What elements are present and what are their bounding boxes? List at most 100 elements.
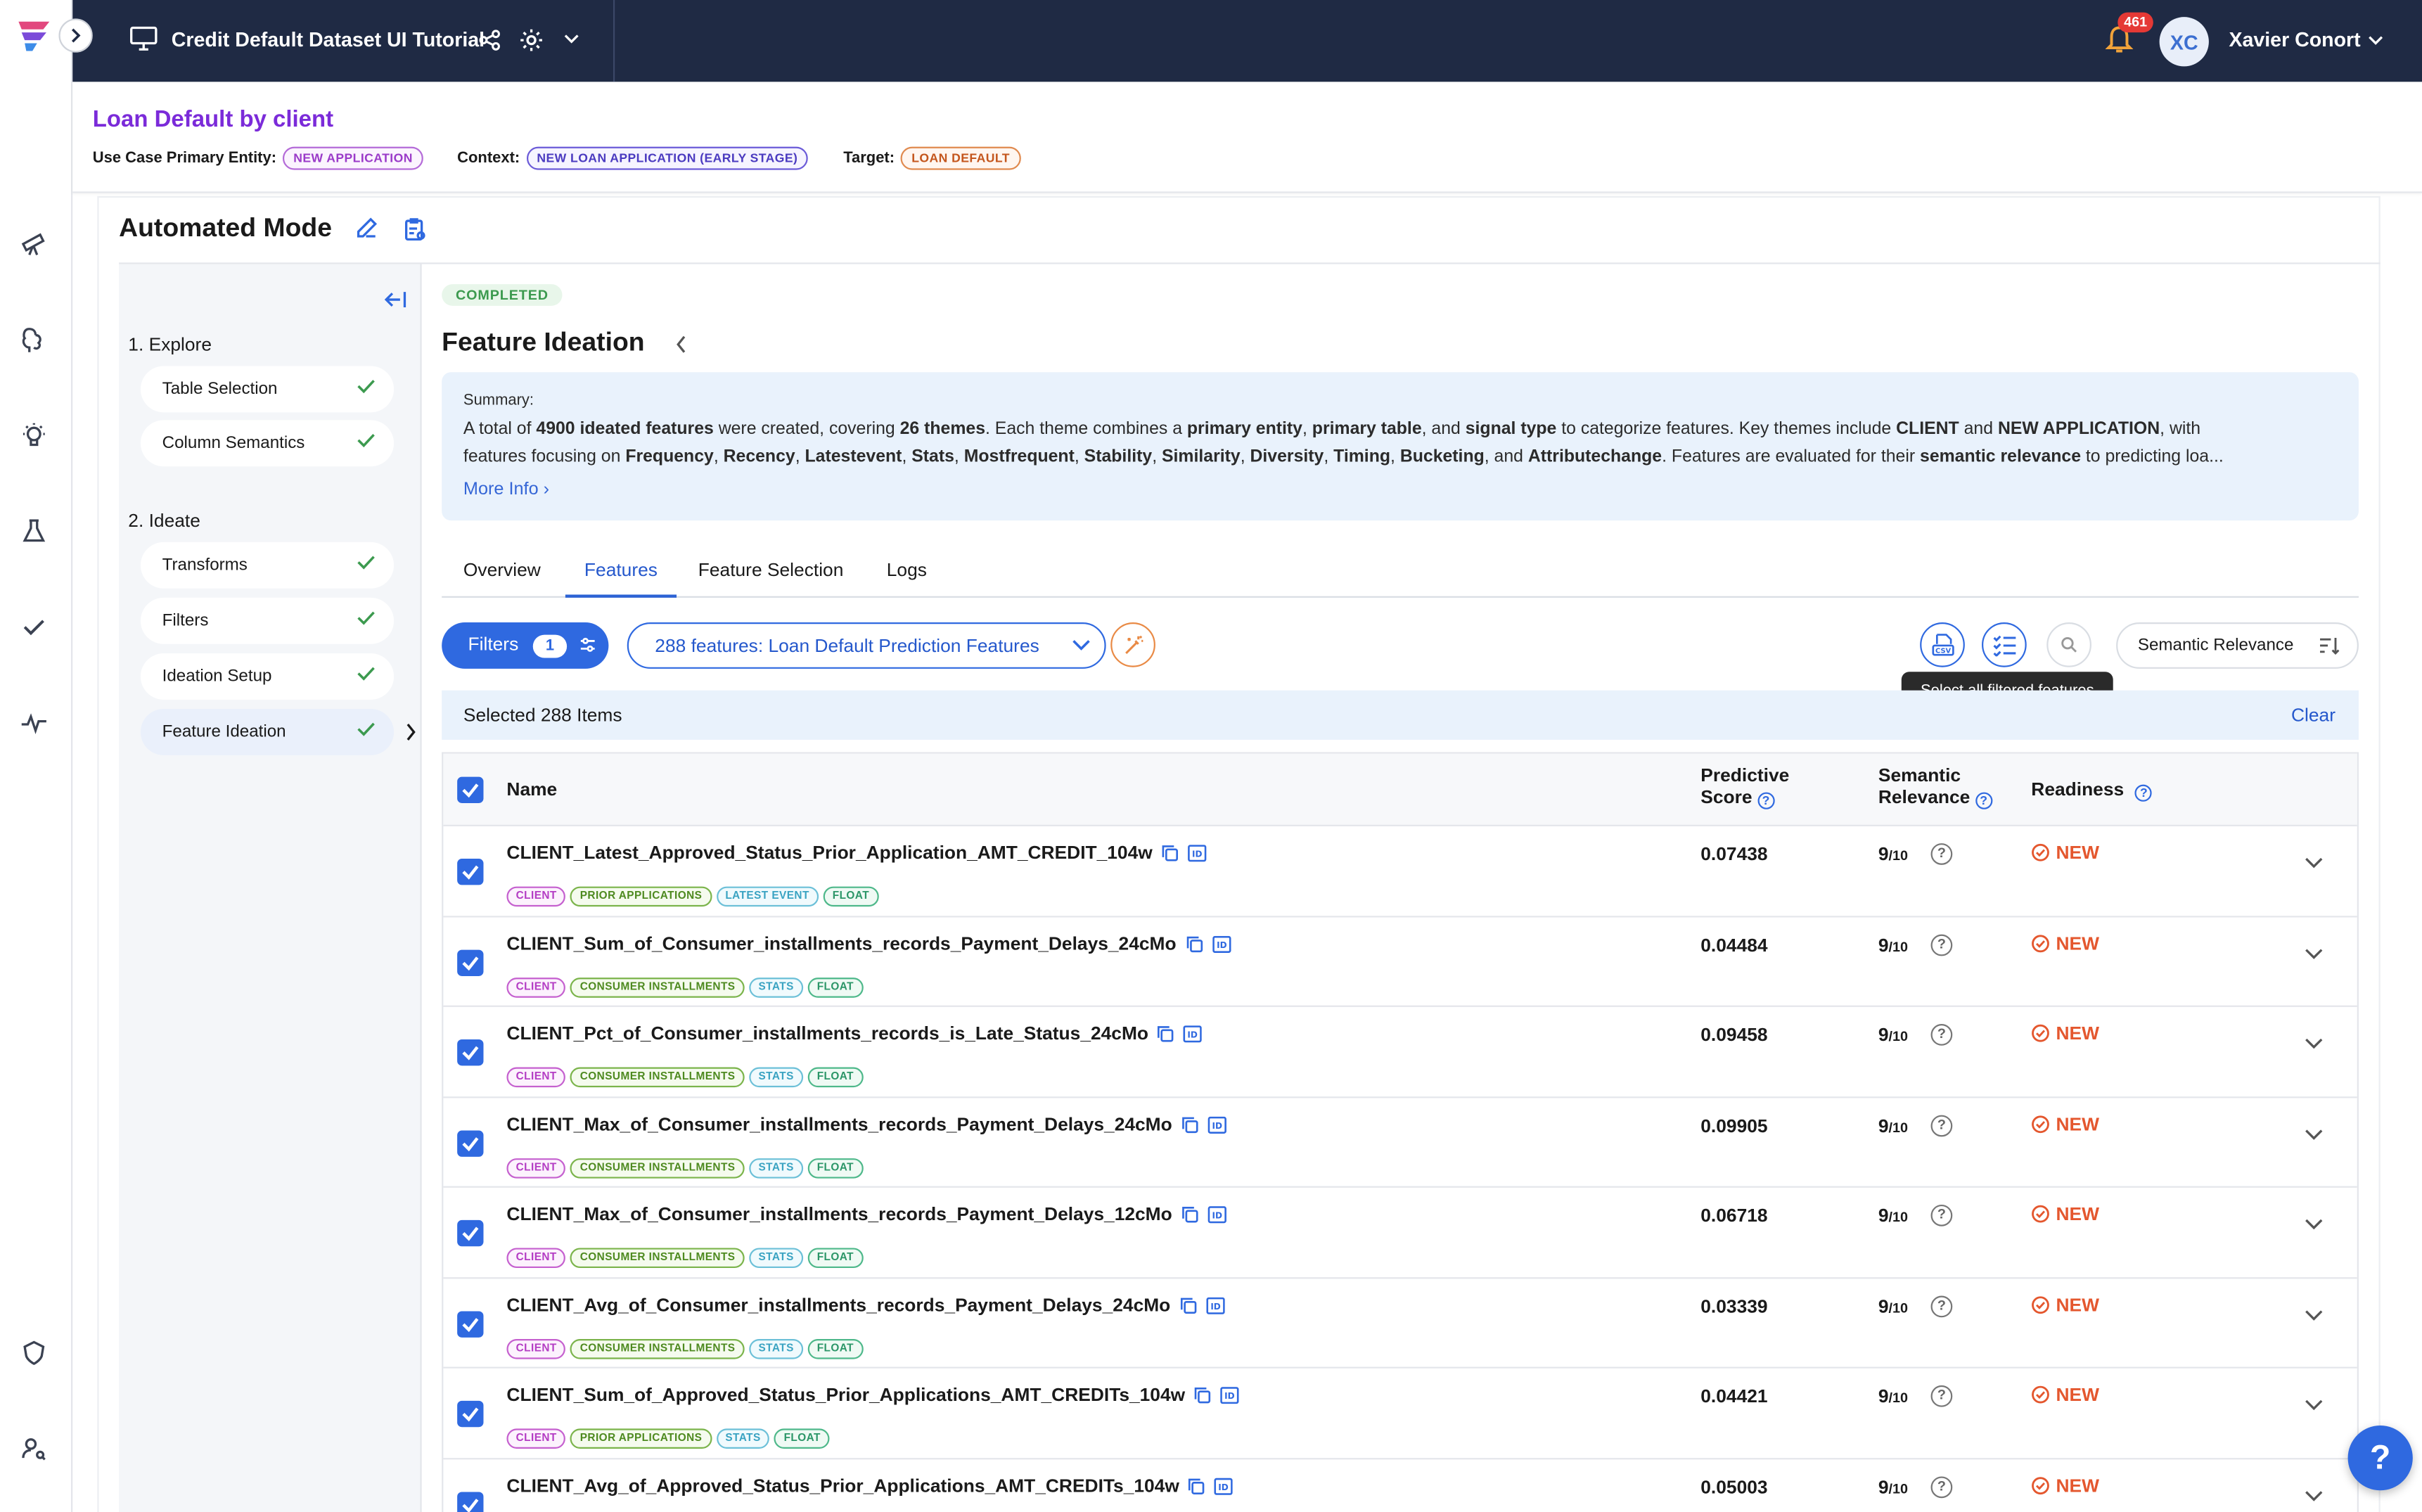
feature-set-select[interactable]: 288 features: Loan Default Prediction Fe… [627, 622, 1106, 669]
step-table-selection[interactable]: Table Selection [140, 366, 395, 413]
row-checkbox[interactable] [457, 1039, 484, 1066]
help-icon[interactable]: ? [2135, 784, 2153, 802]
copy-icon[interactable] [1194, 1387, 1211, 1404]
expand-row-chevron-icon[interactable] [2305, 1038, 2323, 1051]
header-predictive-score[interactable]: Predictive Score ? [1700, 764, 1789, 809]
search-button[interactable] [2046, 622, 2091, 667]
brain-icon[interactable] [18, 324, 49, 355]
copy-icon[interactable] [1179, 1297, 1196, 1314]
chevron-left-icon[interactable] [675, 335, 688, 354]
user-menu-chevron-icon[interactable] [2368, 34, 2383, 46]
tag-entity[interactable]: CLIENT [506, 1157, 566, 1178]
collapse-panel-icon[interactable] [384, 290, 408, 309]
target-pill[interactable]: LOAN DEFAULT [900, 146, 1021, 170]
id-icon[interactable]: ID [1207, 1115, 1226, 1133]
more-info-link[interactable]: More Info › [463, 475, 2337, 504]
tag-table[interactable]: CONSUMER INSTALLMENTS [570, 1067, 745, 1088]
row-checkbox[interactable] [457, 1310, 484, 1337]
shield-icon[interactable] [18, 1338, 49, 1369]
row-checkbox[interactable] [457, 1129, 484, 1156]
pulse-icon[interactable] [18, 707, 49, 738]
tag-signal[interactable]: STATS [749, 1248, 803, 1269]
tag-table[interactable]: PRIOR APPLICATIONS [570, 886, 712, 907]
feature-name[interactable]: CLIENT_Latest_Approved_Status_Prior_Appl… [506, 842, 1152, 864]
relevance-help-icon[interactable]: ? [1930, 1295, 1953, 1317]
expand-row-chevron-icon[interactable] [2305, 1219, 2323, 1231]
chevron-down-icon[interactable] [564, 32, 579, 45]
tag-table[interactable]: CONSUMER INSTALLMENTS [570, 1248, 745, 1269]
tag-table[interactable]: PRIOR APPLICATIONS [570, 1428, 712, 1449]
tag-dtype[interactable]: FLOAT [807, 977, 864, 997]
tag-entity[interactable]: CLIENT [506, 1338, 566, 1359]
copy-icon[interactable] [1162, 845, 1179, 861]
table-row[interactable]: CLIENT_Latest_Approved_Status_Prior_Appl… [443, 826, 2357, 917]
tag-signal[interactable]: STATS [749, 1338, 803, 1359]
table-row[interactable]: CLIENT_Sum_of_Consumer_installments_reco… [443, 916, 2357, 1007]
context-pill[interactable]: NEW LOAN APPLICATION (EARLY STAGE) [526, 146, 809, 170]
expand-row-chevron-icon[interactable] [2305, 1309, 2323, 1321]
use-case-title[interactable]: Loan Default by client [93, 107, 333, 133]
help-icon[interactable]: ? [1757, 792, 1775, 809]
tab-logs[interactable]: Logs [887, 559, 927, 598]
chevron-right-icon[interactable] [404, 723, 417, 741]
feature-name[interactable]: CLIENT_Sum_of_Consumer_installments_reco… [506, 932, 1176, 954]
id-icon[interactable]: ID [1205, 1296, 1225, 1314]
share-icon[interactable] [479, 30, 501, 51]
id-icon[interactable]: ID [1188, 845, 1207, 862]
copy-icon[interactable] [1158, 1025, 1174, 1042]
copy-icon[interactable] [1181, 1116, 1198, 1133]
filters-button[interactable]: Filters 1 [442, 622, 609, 669]
copy-icon[interactable] [1188, 1478, 1205, 1494]
expand-row-chevron-icon[interactable] [2305, 1399, 2323, 1412]
tag-entity[interactable]: CLIENT [506, 1248, 566, 1269]
tag-signal[interactable]: STATS [749, 1067, 803, 1088]
expand-row-chevron-icon[interactable] [2305, 947, 2323, 960]
feature-name[interactable]: CLIENT_Avg_of_Approved_Status_Prior_Appl… [506, 1474, 1179, 1496]
relevance-help-icon[interactable]: ? [1930, 933, 1953, 956]
table-row[interactable]: CLIENT_Avg_of_Consumer_installments_reco… [443, 1278, 2357, 1369]
tag-dtype[interactable]: FLOAT [807, 1157, 864, 1178]
gear-icon[interactable] [519, 28, 544, 53]
id-icon[interactable]: ID [1220, 1387, 1240, 1404]
tag-dtype[interactable]: FLOAT [807, 1067, 864, 1088]
id-icon[interactable]: ID [1207, 1206, 1226, 1224]
project-title[interactable]: Credit Default Dataset UI Tutorial [172, 28, 485, 51]
table-row[interactable]: CLIENT_Max_of_Consumer_installments_reco… [443, 1097, 2357, 1188]
tag-entity[interactable]: CLIENT [506, 886, 566, 907]
user-name[interactable]: Xavier Conort [2229, 28, 2360, 51]
tag-table[interactable]: CONSUMER INSTALLMENTS [570, 977, 745, 997]
expand-row-chevron-icon[interactable] [2305, 1489, 2323, 1502]
tag-table[interactable]: CONSUMER INSTALLMENTS [570, 1157, 745, 1178]
expand-sidebar-button[interactable] [58, 18, 93, 53]
table-row[interactable]: CLIENT_Pct_of_Consumer_installments_reco… [443, 1007, 2357, 1098]
id-icon[interactable]: ID [1215, 1477, 1234, 1494]
tab-overview[interactable]: Overview [463, 559, 541, 598]
feature-name[interactable]: CLIENT_Sum_of_Approved_Status_Prior_Appl… [506, 1384, 1185, 1406]
clear-button[interactable]: Clear [2291, 691, 2336, 740]
lightbulb-icon[interactable] [18, 420, 49, 451]
help-button[interactable]: ? [2347, 1425, 2413, 1491]
tab-features[interactable]: Features [565, 559, 677, 598]
tag-signal[interactable]: STATS [749, 1157, 803, 1178]
tag-signal[interactable]: LATEST EVENT [716, 886, 819, 907]
table-row[interactable]: CLIENT_Avg_of_Approved_Status_Prior_Appl… [443, 1459, 2357, 1512]
tag-signal[interactable]: STATS [749, 977, 803, 997]
relevance-help-icon[interactable]: ? [1930, 1385, 1953, 1407]
feature-name[interactable]: CLIENT_Max_of_Consumer_installments_reco… [506, 1113, 1172, 1134]
row-checkbox[interactable] [457, 859, 484, 885]
clipboard-icon[interactable] [403, 216, 426, 241]
row-checkbox[interactable] [457, 1491, 484, 1512]
header-readiness[interactable]: Readiness ? [2031, 779, 2153, 802]
table-row[interactable]: CLIENT_Max_of_Consumer_installments_reco… [443, 1188, 2357, 1279]
step-filters[interactable]: Filters [140, 597, 395, 644]
tab-feature-selection[interactable]: Feature Selection [698, 559, 844, 598]
tag-dtype[interactable]: FLOAT [774, 1428, 831, 1449]
header-semantic-relevance[interactable]: Semantic Relevance ? [1878, 764, 1992, 809]
relevance-help-icon[interactable]: ? [1930, 1114, 1953, 1136]
feature-name[interactable]: CLIENT_Max_of_Consumer_installments_reco… [506, 1203, 1172, 1225]
tag-entity[interactable]: CLIENT [506, 1428, 566, 1449]
tag-dtype[interactable]: FLOAT [807, 1248, 864, 1269]
tag-entity[interactable]: CLIENT [506, 977, 566, 997]
sort-select[interactable]: Semantic Relevance [2116, 622, 2359, 669]
relevance-help-icon[interactable]: ? [1930, 1024, 1953, 1046]
